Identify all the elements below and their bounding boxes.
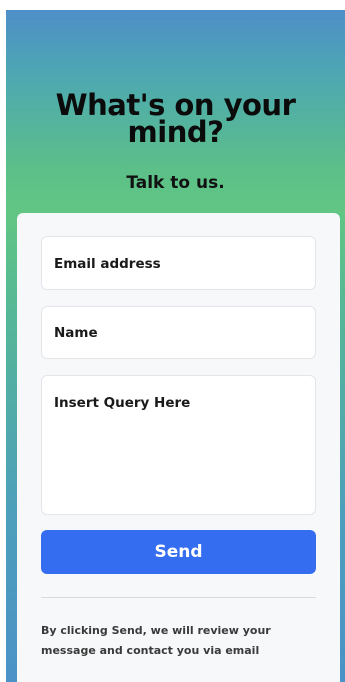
email-placeholder: Email address	[54, 256, 161, 272]
name-placeholder: Name	[54, 325, 98, 341]
email-field[interactable]: Email address	[41, 236, 316, 290]
contact-form-card: Email address Name Insert Query Here Sen…	[17, 213, 340, 682]
disclaimer-line-1: By clicking Send, we will review your	[41, 624, 271, 637]
divider	[41, 597, 316, 598]
page-title: What's on your mind?	[6, 91, 345, 149]
disclaimer-text: By clicking Send, we will review your me…	[41, 621, 316, 661]
name-field[interactable]: Name	[41, 306, 316, 359]
disclaimer-line-2: message and contact you via email	[41, 644, 260, 657]
page-title-line-2: mind?	[127, 115, 224, 149]
page-subtitle: Talk to us.	[126, 173, 225, 193]
send-button[interactable]: Send	[41, 530, 316, 574]
query-placeholder: Insert Query Here	[54, 395, 191, 411]
query-textarea[interactable]: Insert Query Here	[41, 375, 316, 515]
